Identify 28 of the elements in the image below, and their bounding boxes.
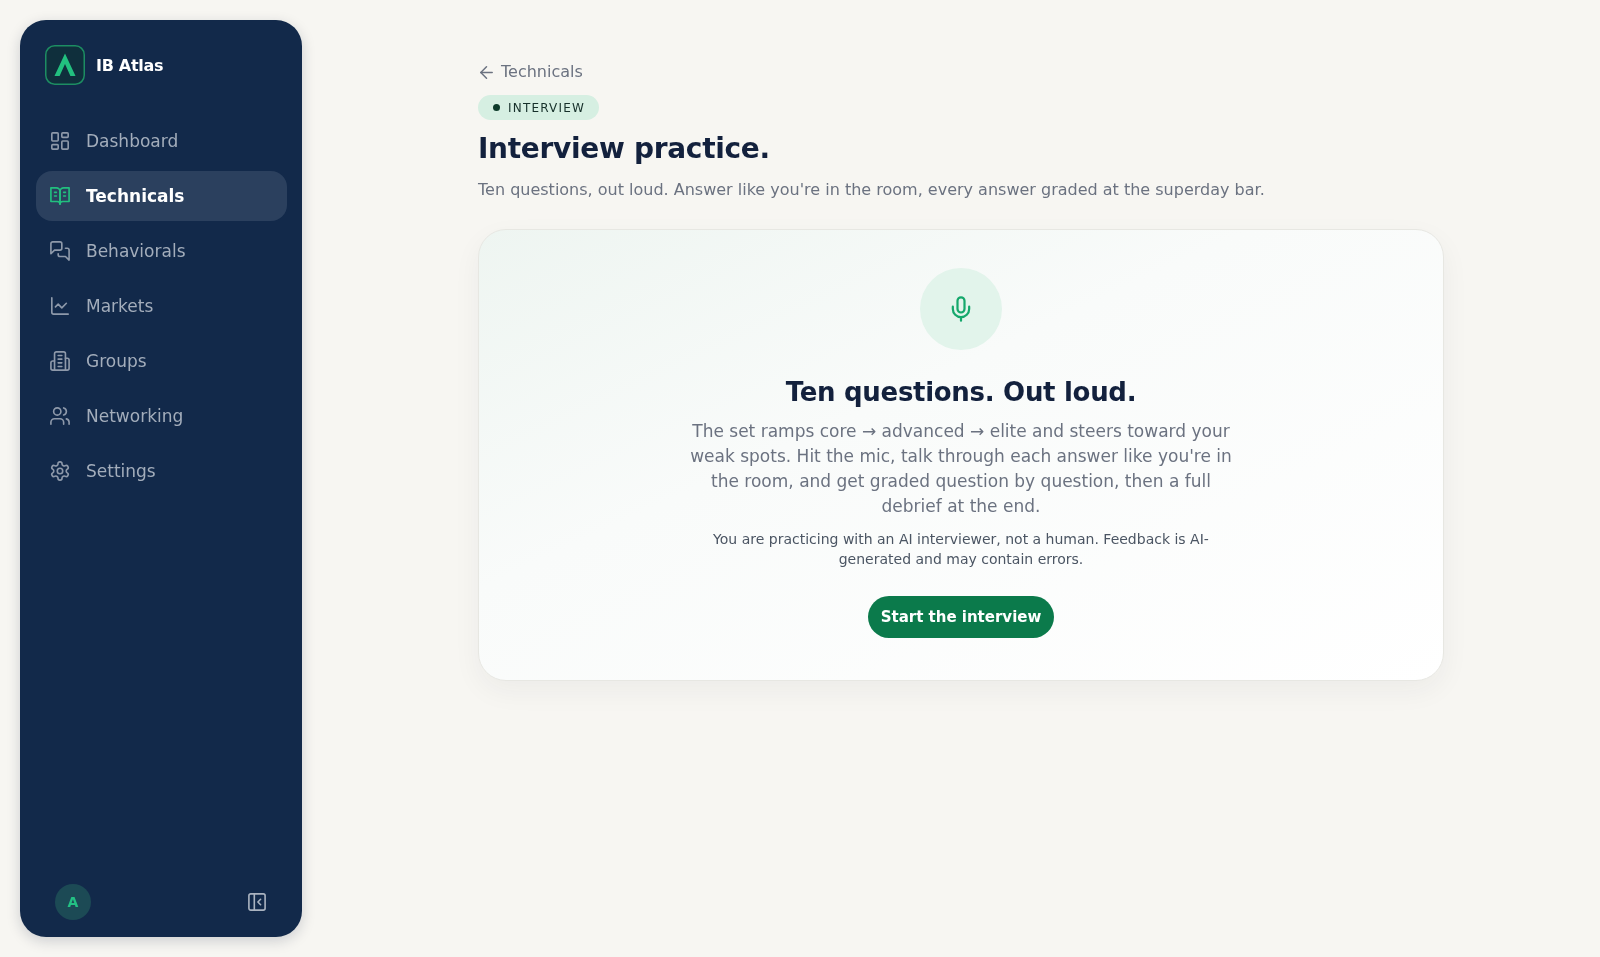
back-link[interactable]: Technicals (480, 62, 583, 82)
grid-icon (50, 131, 70, 151)
brand-name: IB Atlas (96, 55, 164, 75)
sidebar-item[interactable]: Dashboard (36, 116, 287, 166)
avatar-button[interactable]: A (55, 884, 91, 920)
sidebar-item[interactable]: Markets (36, 281, 287, 331)
sidebar-item[interactable]: Groups (36, 336, 287, 386)
sidebar-item[interactable]: Networking (36, 391, 287, 441)
logo-icon (45, 45, 85, 85)
start-interview-button[interactable]: Start the interview (867, 596, 1055, 638)
microphone-icon (920, 268, 1002, 350)
status-dot-icon (493, 104, 500, 111)
sidebar-item[interactable]: Settings (36, 446, 287, 496)
people-icon (50, 406, 70, 426)
card-description: The set ramps core → advanced → elite and steers toward your weak spots. Hit the mic, talk through each answer like you're in the room, and get graded question by question, then a full debrief at the end. (689, 420, 1233, 518)
line-chart-icon (50, 296, 70, 316)
card-heading: Ten questions. Out loud. (785, 376, 1137, 409)
sidebar-item[interactable]: Technicals (36, 171, 287, 221)
badge-label: INTERVIEW (508, 100, 586, 115)
settings-icon (50, 461, 70, 481)
ai-disclaimer: You are practicing with an AI interviewer, not a human. Feedback is AI-generated and may contain errors. (712, 530, 1210, 569)
sidebar-toggle-icon[interactable] (248, 893, 266, 911)
building-icon (50, 351, 70, 371)
book-icon (50, 186, 70, 206)
sidebar-item[interactable]: Behaviorals (36, 226, 287, 276)
page-title: Interview practice. (478, 131, 770, 167)
page-subtitle: Ten questions, out loud. Answer like you're in the room, every answer graded at the superday bar. (478, 179, 1265, 201)
chat-bubbles-icon (50, 241, 70, 261)
